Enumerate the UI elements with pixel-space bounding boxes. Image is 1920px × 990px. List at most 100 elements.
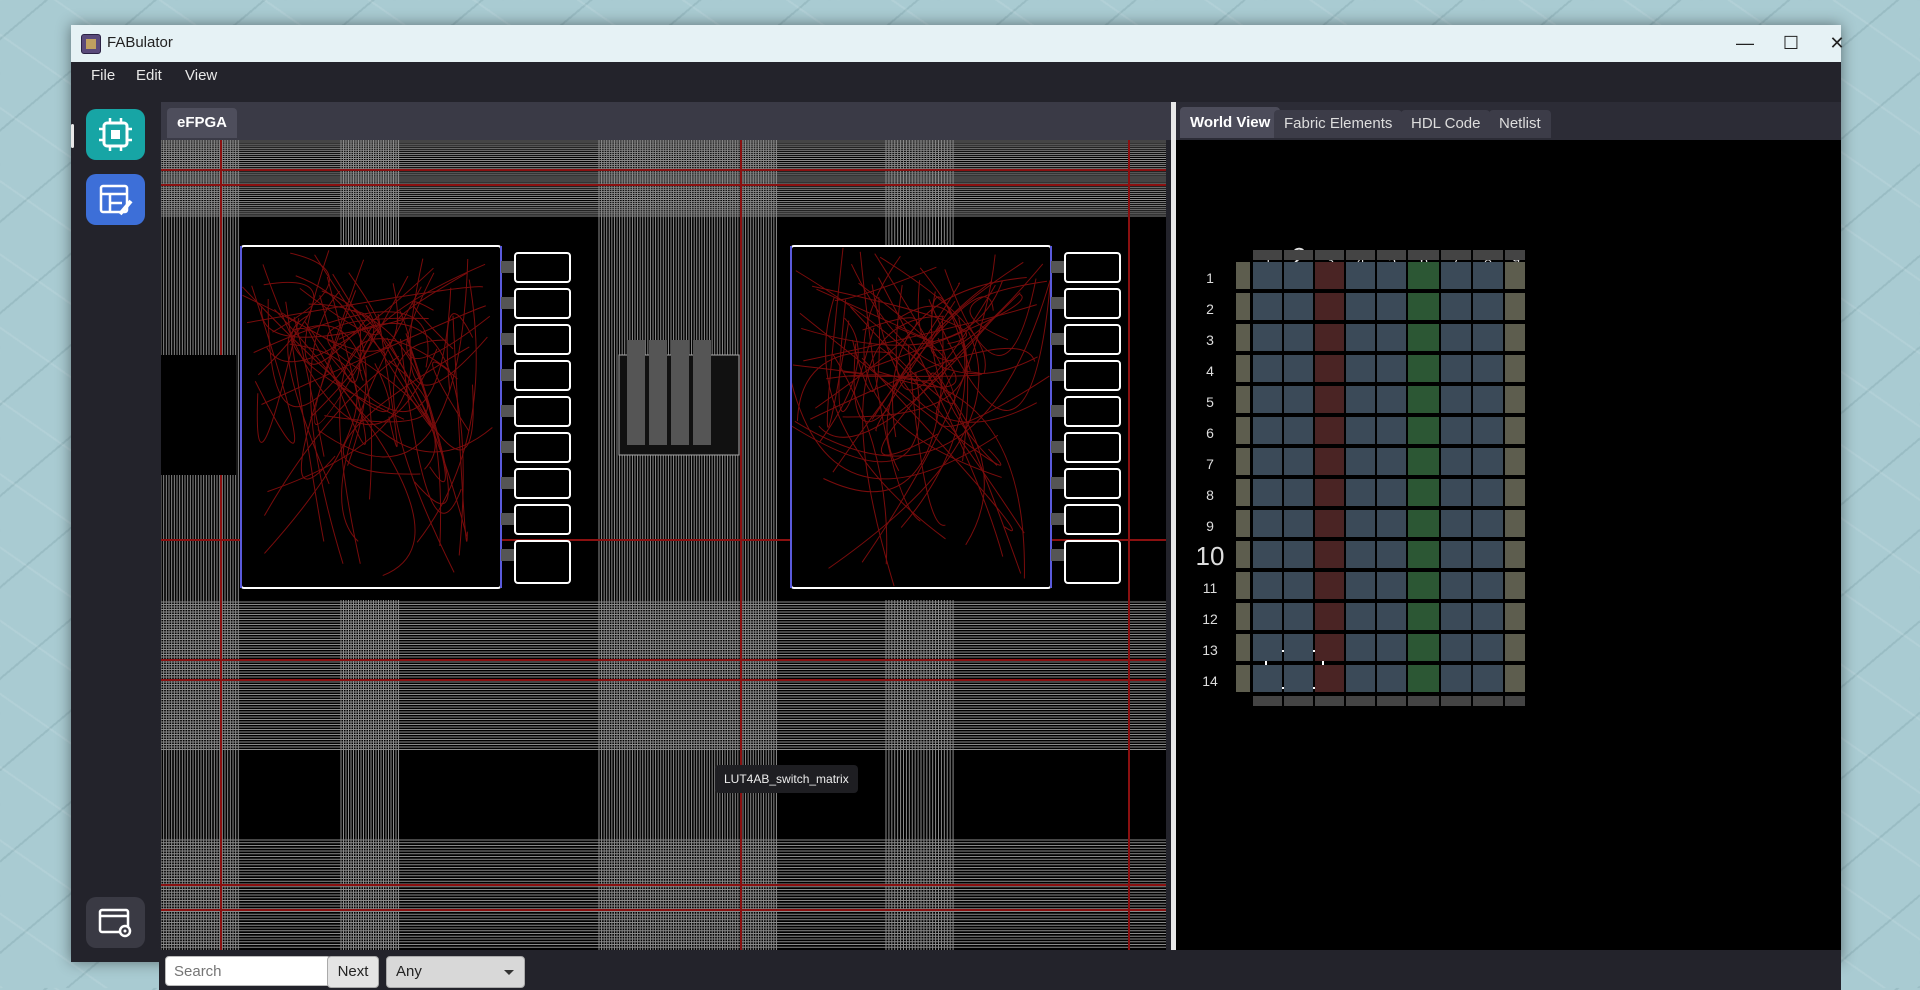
fabric-tile[interactable] xyxy=(1315,665,1344,692)
fabric-tile[interactable] xyxy=(1473,262,1503,289)
fabric-tile[interactable] xyxy=(1315,603,1344,630)
fabric-tile[interactable] xyxy=(1346,293,1375,320)
fabric-tile[interactable] xyxy=(1441,634,1471,661)
close-button[interactable]: ✕ xyxy=(1814,29,1860,57)
fabric-tile[interactable] xyxy=(1236,510,1250,537)
edge-tile[interactable] xyxy=(1441,250,1471,260)
fabric-tile[interactable] xyxy=(1473,355,1503,382)
fabric-tile[interactable] xyxy=(1441,603,1471,630)
fabric-tile[interactable] xyxy=(1284,417,1313,444)
fabric-tile[interactable] xyxy=(1284,386,1313,413)
minimize-button[interactable]: — xyxy=(1722,29,1768,57)
fabric-tile[interactable] xyxy=(1253,355,1282,382)
edge-tile[interactable] xyxy=(1505,696,1525,706)
fabric-tile[interactable] xyxy=(1377,510,1406,537)
fabric-tile[interactable] xyxy=(1236,572,1250,599)
fabric-tile[interactable] xyxy=(1315,479,1344,506)
edge-tile[interactable] xyxy=(1505,250,1525,260)
fabric-tile[interactable] xyxy=(1441,417,1471,444)
fabric-tile[interactable] xyxy=(1346,572,1375,599)
fabric-tile[interactable] xyxy=(1377,448,1406,475)
fabric-tile[interactable] xyxy=(1473,634,1503,661)
menu-edit[interactable]: Edit xyxy=(136,67,162,84)
fabric-tile[interactable] xyxy=(1253,386,1282,413)
fabric-tile[interactable] xyxy=(1505,603,1525,630)
fabric-tile[interactable] xyxy=(1505,386,1525,413)
edge-tile[interactable] xyxy=(1473,250,1503,260)
fabric-tile[interactable] xyxy=(1408,665,1439,692)
edge-tile[interactable] xyxy=(1253,250,1282,260)
fabric-tile[interactable] xyxy=(1236,479,1250,506)
fabric-tile[interactable] xyxy=(1408,324,1439,351)
fabric-tile[interactable] xyxy=(1441,324,1471,351)
fabric-tile[interactable] xyxy=(1377,262,1406,289)
fabric-tile[interactable] xyxy=(1236,417,1250,444)
fabric-tile[interactable] xyxy=(1377,355,1406,382)
fabric-tile[interactable] xyxy=(1284,603,1313,630)
settings-button[interactable] xyxy=(86,897,145,948)
tab-world-view[interactable]: World View xyxy=(1180,107,1280,138)
fabric-tile[interactable] xyxy=(1473,665,1503,692)
fabric-tile[interactable] xyxy=(1236,603,1250,630)
editor-button[interactable] xyxy=(86,174,145,225)
fabric-tile[interactable] xyxy=(1346,634,1375,661)
edge-tile[interactable] xyxy=(1346,696,1375,706)
world-view-panel[interactable]: 1234567891234567891011121314 xyxy=(1176,140,1841,950)
tab-efpga[interactable]: eFPGA xyxy=(167,108,237,138)
fabric-tile[interactable] xyxy=(1377,665,1406,692)
edge-tile[interactable] xyxy=(1284,696,1313,706)
fabric-tile[interactable] xyxy=(1441,262,1471,289)
fabric-tile[interactable] xyxy=(1284,479,1313,506)
fabric-tile[interactable] xyxy=(1377,572,1406,599)
fabric-tile[interactable] xyxy=(1253,634,1282,661)
fabric-tile[interactable] xyxy=(1441,479,1471,506)
edge-tile[interactable] xyxy=(1377,696,1406,706)
fabric-tile[interactable] xyxy=(1473,572,1503,599)
tab-fabric-elements[interactable]: Fabric Elements xyxy=(1274,110,1402,138)
fabric-tile[interactable] xyxy=(1315,541,1344,568)
fabric-tile[interactable] xyxy=(1505,665,1525,692)
fabric-tile[interactable] xyxy=(1408,355,1439,382)
fabric-tile[interactable] xyxy=(1377,479,1406,506)
fabric-tile[interactable] xyxy=(1505,479,1525,506)
fabric-tile[interactable] xyxy=(1441,572,1471,599)
fabric-tile[interactable] xyxy=(1315,634,1344,661)
fabric-tile[interactable] xyxy=(1346,417,1375,444)
fabric-canvas[interactable]: LUT4AB_switch_matrix xyxy=(161,140,1166,950)
edge-tile[interactable] xyxy=(1253,696,1282,706)
fabric-tile[interactable] xyxy=(1408,448,1439,475)
fabric-tile[interactable] xyxy=(1253,448,1282,475)
next-button[interactable]: Next xyxy=(327,956,379,988)
fabric-tile[interactable] xyxy=(1315,386,1344,413)
fabric-tile[interactable] xyxy=(1284,634,1313,661)
fabric-tile[interactable] xyxy=(1346,262,1375,289)
fabric-tile[interactable] xyxy=(1505,417,1525,444)
fabric-tile[interactable] xyxy=(1346,510,1375,537)
fabric-tile[interactable] xyxy=(1253,665,1282,692)
fabric-tile[interactable] xyxy=(1505,324,1525,351)
maximize-button[interactable]: ☐ xyxy=(1768,29,1814,57)
fabric-tile[interactable] xyxy=(1473,603,1503,630)
fabric-tile[interactable] xyxy=(1408,479,1439,506)
fabric-tile[interactable] xyxy=(1346,355,1375,382)
fabric-tile[interactable] xyxy=(1284,510,1313,537)
tab-hdl-code[interactable]: HDL Code xyxy=(1401,110,1490,138)
fabric-tile[interactable] xyxy=(1315,510,1344,537)
fabric-tile[interactable] xyxy=(1315,262,1344,289)
fabric-tile[interactable] xyxy=(1346,448,1375,475)
fabric-tile[interactable] xyxy=(1236,355,1250,382)
fabric-tile[interactable] xyxy=(1315,572,1344,599)
fabric-tile[interactable] xyxy=(1253,479,1282,506)
fabric-tile[interactable] xyxy=(1473,293,1503,320)
fabric-tile[interactable] xyxy=(1441,541,1471,568)
fabric-tile[interactable] xyxy=(1253,541,1282,568)
fabric-tile[interactable] xyxy=(1473,541,1503,568)
fabric-tile[interactable] xyxy=(1284,572,1313,599)
fabric-tile[interactable] xyxy=(1377,293,1406,320)
fabric-tile[interactable] xyxy=(1408,417,1439,444)
fabric-tile[interactable] xyxy=(1377,541,1406,568)
fabric-tile[interactable] xyxy=(1408,386,1439,413)
fabric-tile[interactable] xyxy=(1473,386,1503,413)
fabric-tile[interactable] xyxy=(1236,262,1250,289)
fabric-tile[interactable] xyxy=(1346,324,1375,351)
